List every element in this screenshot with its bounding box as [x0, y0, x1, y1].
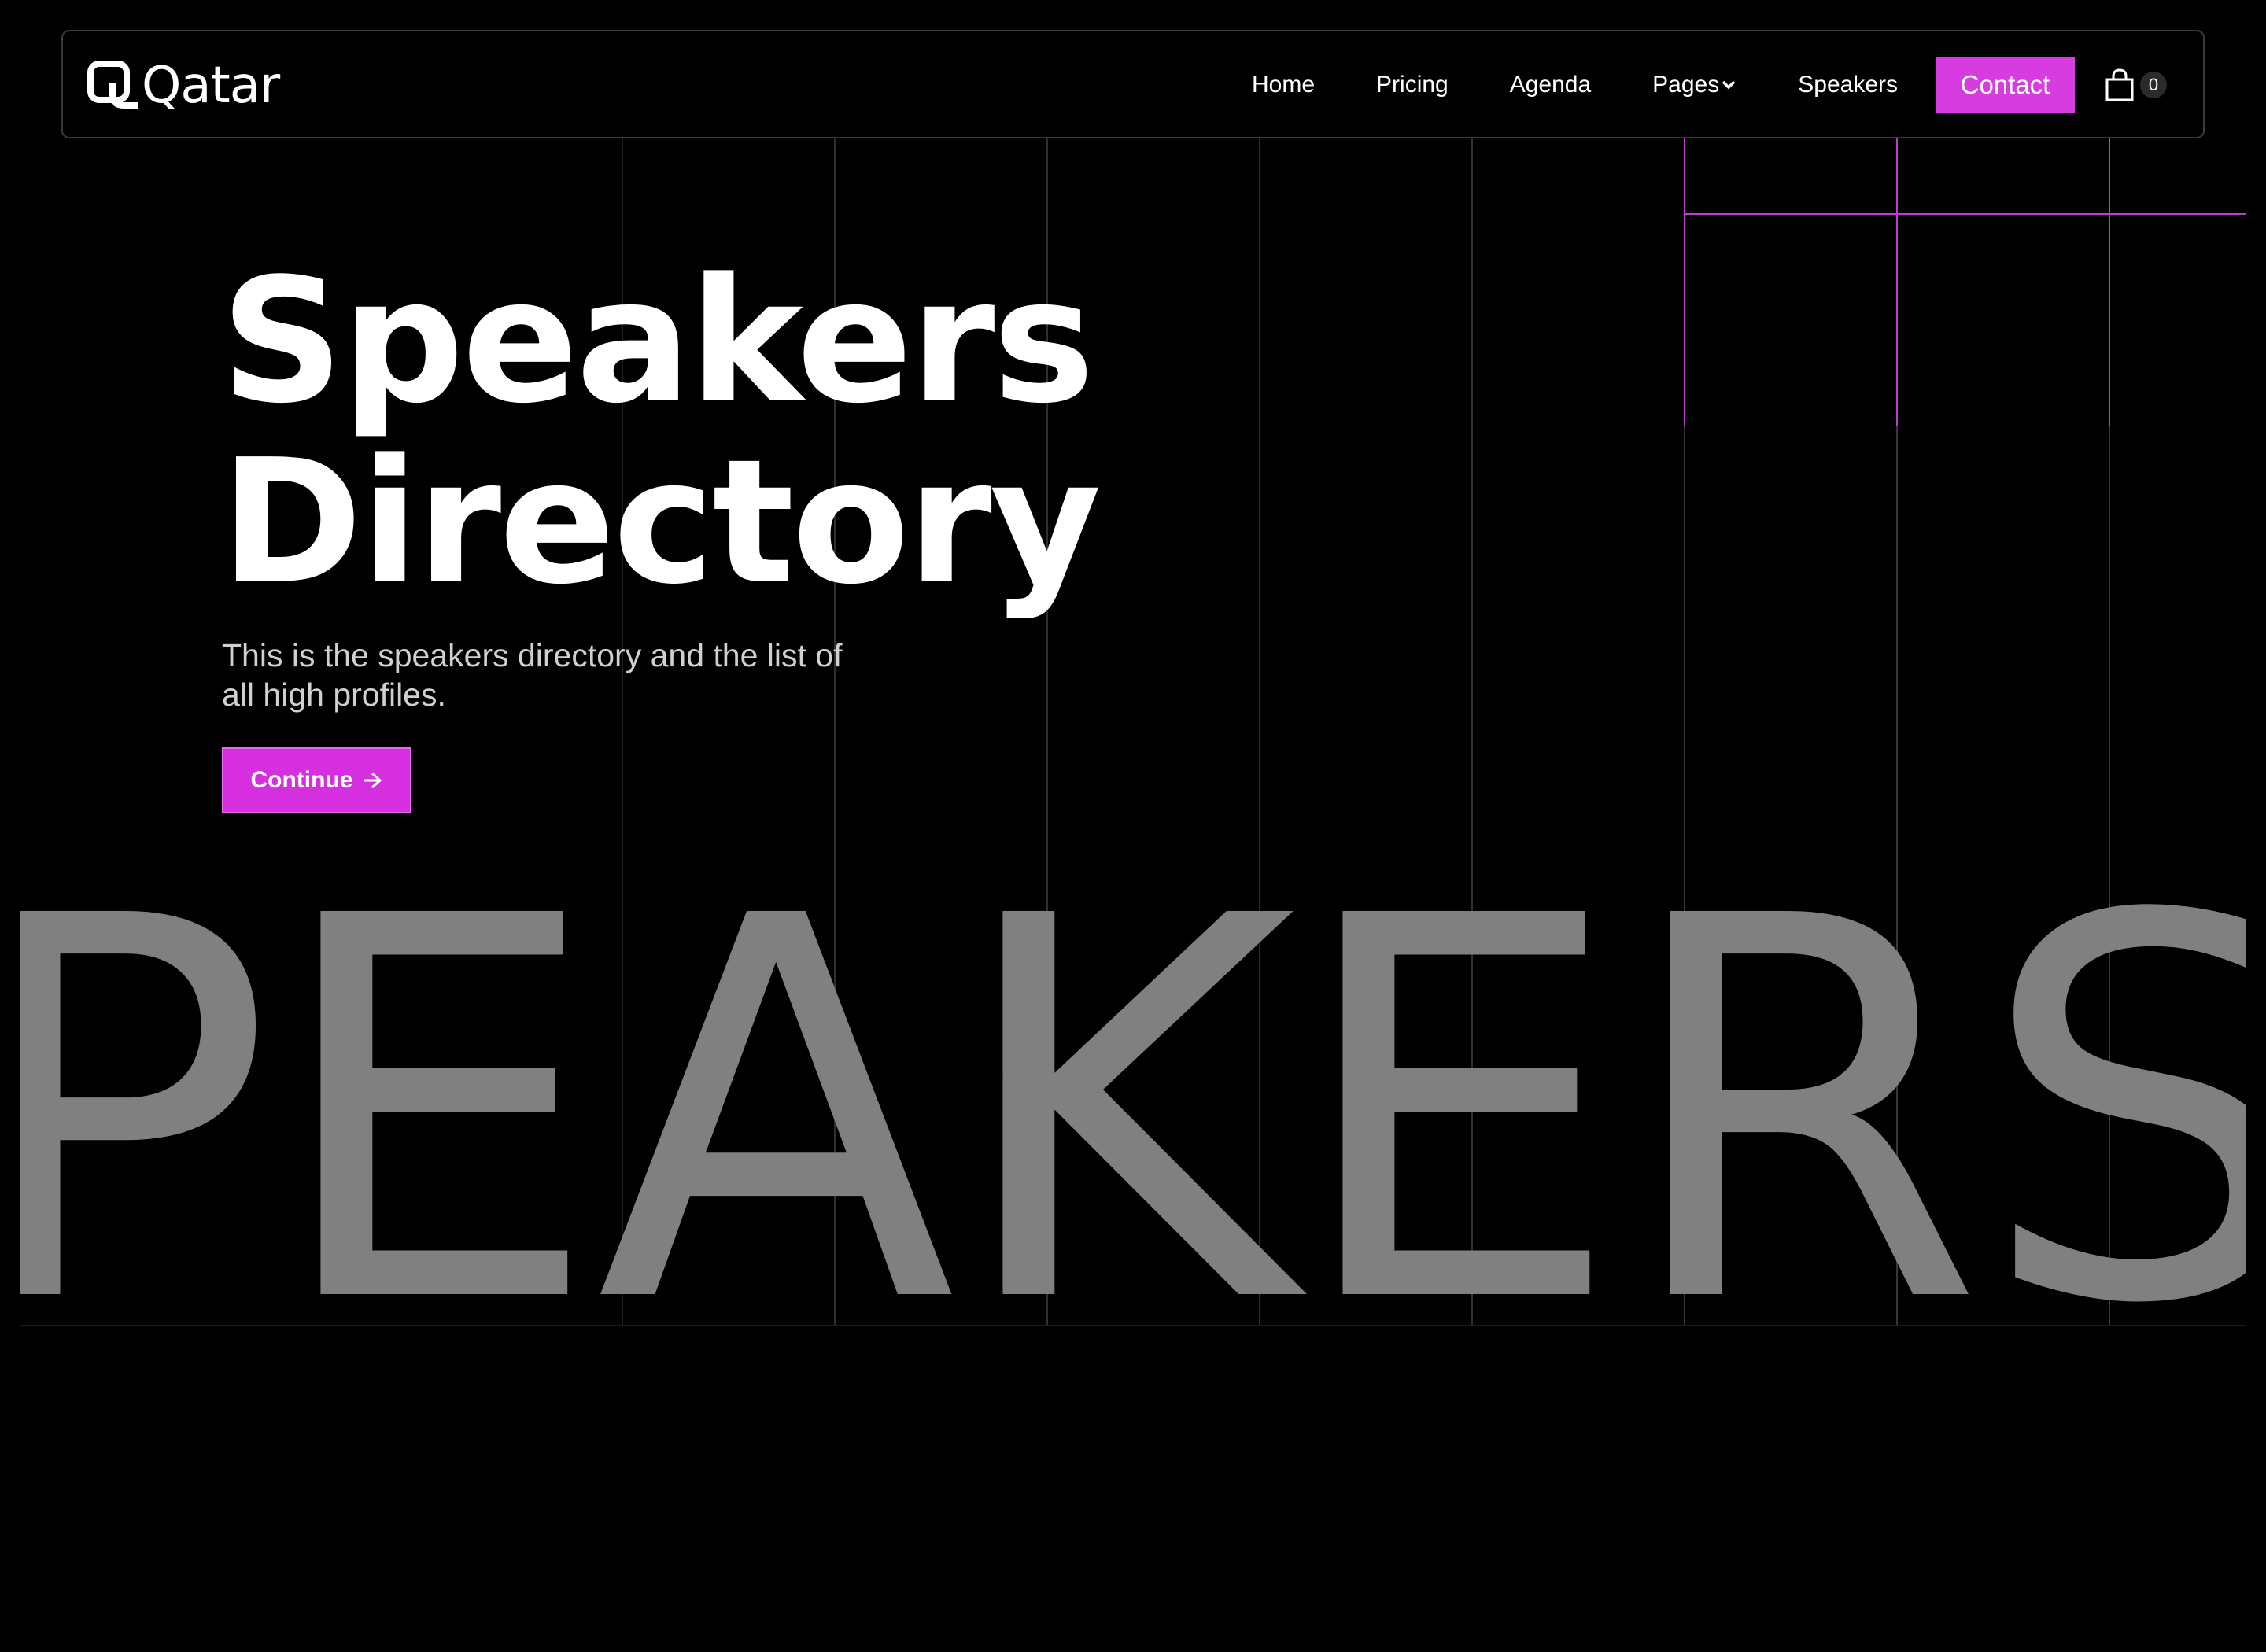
- nav-link-pricing[interactable]: Pricing: [1376, 72, 1449, 98]
- nav-link-home[interactable]: Home: [1252, 72, 1315, 98]
- nav-link-agenda[interactable]: Agenda: [1510, 72, 1591, 98]
- page-title: Speakers Directory: [220, 252, 1164, 614]
- chevron-down-icon: [1722, 80, 1736, 90]
- page-title-line-1: Speakers: [220, 242, 1094, 441]
- nav-link-pages[interactable]: Pages: [1652, 72, 1736, 98]
- page: SPEAKERS SPEAKERS Qatar Home Pricing Age…: [0, 0, 2266, 1652]
- navbar: Qatar Home Pricing Agenda Pages Speakers…: [61, 30, 2205, 138]
- contact-button[interactable]: Contact: [1936, 57, 2075, 113]
- shopping-bag-icon: [2105, 68, 2134, 101]
- nav-link-pages-label: Pages: [1652, 72, 1720, 98]
- marquee-text: SPEAKERS SPEAKERS: [20, 889, 2246, 1326]
- nav-menu: Home Pricing Agenda Pages Speakers Conta…: [1252, 57, 2167, 113]
- hero-subtitle: This is the speakers directory and the l…: [222, 637, 843, 713]
- arrow-right-icon: [364, 772, 382, 789]
- hero-section: Speakers Directory This is the speakers …: [220, 252, 1164, 813]
- brand-name: Qatar: [142, 57, 280, 115]
- speakers-marquee: SPEAKERS SPEAKERS: [20, 889, 2246, 1326]
- continue-button-label: Continue: [250, 767, 353, 793]
- continue-button[interactable]: Continue: [222, 747, 411, 813]
- q-logo-icon: [87, 61, 138, 109]
- brand-logo[interactable]: Qatar: [87, 57, 280, 115]
- nav-link-speakers[interactable]: Speakers: [1798, 72, 1898, 98]
- cart-button[interactable]: 0: [2105, 57, 2167, 113]
- cart-count-badge: 0: [2140, 72, 2167, 98]
- page-title-line-2: Directory: [220, 423, 1102, 622]
